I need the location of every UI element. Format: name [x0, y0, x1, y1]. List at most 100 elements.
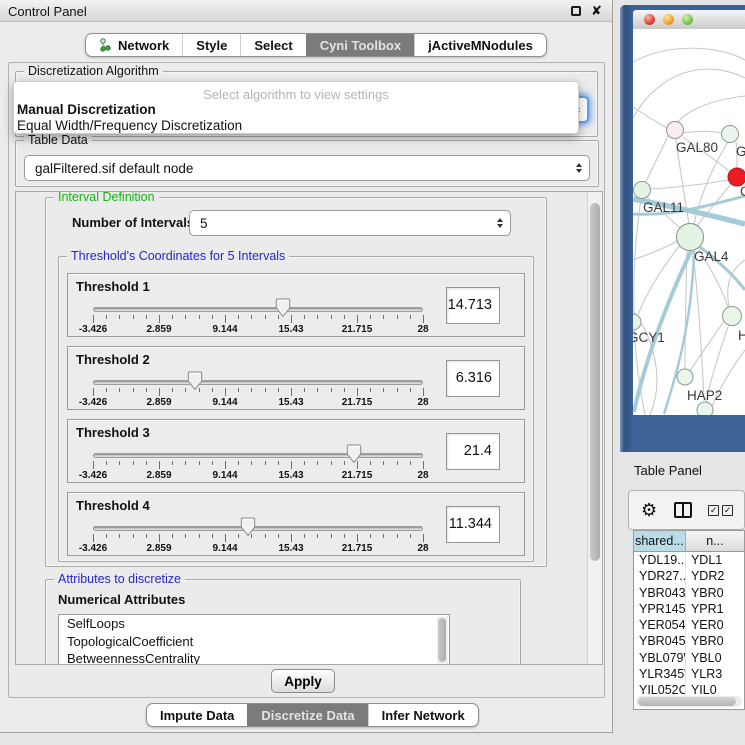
- table-row[interactable]: YDL19...YDL1: [634, 552, 744, 568]
- cell-name: YLR3: [686, 666, 744, 682]
- network-edge: [728, 260, 745, 307]
- combo-arrows-icon: [497, 218, 503, 228]
- network-node-label: GAL80: [676, 140, 718, 155]
- cell-shared-name: YBR043C: [634, 585, 686, 601]
- network-edge: [633, 107, 667, 128]
- slider-tick-labels: -3.4262.8599.14415.4321.71528: [93, 470, 423, 481]
- algorithm-option[interactable]: Manual Discretization: [14, 102, 578, 118]
- network-node[interactable]: [723, 307, 742, 326]
- table-row[interactable]: YDR27...YDR2: [634, 568, 744, 584]
- algorithm-options: Manual DiscretizationEqual Width/Frequen…: [14, 102, 578, 134]
- threshold-label: Threshold 3: [76, 425, 150, 440]
- network-edge: [633, 241, 678, 262]
- list-scrollbar[interactable]: [437, 616, 448, 665]
- threshold-value-field[interactable]: 14.713: [446, 287, 500, 324]
- columns-icon[interactable]: [674, 502, 692, 518]
- slider-track[interactable]: [93, 380, 423, 385]
- slider-tick-labels: -3.4262.8599.14415.4321.71528: [93, 397, 423, 408]
- horizontal-scrollbar[interactable]: [636, 696, 742, 707]
- close-icon[interactable]: ✘: [591, 3, 602, 19]
- table-row[interactable]: YLR345WYLR3: [634, 666, 744, 682]
- slider-ticks: [93, 315, 423, 324]
- column-header-shared[interactable]: shared...: [634, 531, 686, 551]
- table-row[interactable]: YBL079WYBL0: [634, 650, 744, 666]
- attribute-item[interactable]: BetweennessCentrality: [59, 650, 449, 665]
- slider-track[interactable]: [93, 526, 423, 531]
- numerical-attributes-list[interactable]: SelfLoopsTopologicalCoefficientBetweenne…: [58, 614, 450, 665]
- table-row[interactable]: YER054CYER0: [634, 617, 744, 633]
- vertical-scrollbar[interactable]: [587, 192, 602, 664]
- top-tab-strip: Network Style SelectCyni ToolboxjActiveMNo…: [85, 33, 547, 57]
- table-row[interactable]: YBR043CYBR0: [634, 585, 744, 601]
- checkbox-icon[interactable]: [708, 505, 719, 516]
- threshold-value-field[interactable]: 6.316: [446, 360, 500, 397]
- network-edge: [633, 48, 745, 62]
- slider-ticks: [93, 388, 423, 397]
- network-node-label: GA: [736, 144, 745, 159]
- threshold-value-field[interactable]: 21.4: [446, 433, 500, 470]
- table-data-value: galFiltered.sif default node: [35, 161, 193, 176]
- cell-name: YBR0: [686, 585, 744, 601]
- gear-icon[interactable]: ⚙: [641, 501, 657, 519]
- network-node[interactable]: [667, 122, 684, 139]
- zoom-traffic-light-icon[interactable]: [682, 14, 693, 25]
- column-header-name[interactable]: n...: [686, 531, 744, 551]
- close-traffic-light-icon[interactable]: [644, 14, 655, 25]
- tab-select[interactable]: Select: [240, 34, 305, 56]
- algorithm-prompt: Select algorithm to view settings: [14, 82, 578, 102]
- table-toolbar: ⚙: [628, 490, 745, 530]
- cell-name: YBR0: [686, 633, 744, 649]
- tab-infer-network[interactable]: Infer Network: [368, 704, 478, 726]
- slider-tick-labels: -3.4262.8599.14415.4321.71528: [93, 324, 423, 335]
- network-edge: [646, 136, 668, 182]
- network-node-label: H: [738, 328, 745, 343]
- interval-definition-title: Interval Definition: [54, 191, 159, 204]
- number-of-intervals-combobox[interactable]: 5: [189, 210, 511, 236]
- tab-impute-data[interactable]: Impute Data: [147, 704, 247, 726]
- scrollbar-thumb[interactable]: [638, 697, 736, 706]
- combo-arrows-icon: [576, 163, 582, 173]
- number-of-intervals-label: Number of Intervals: [72, 215, 194, 230]
- cell-shared-name: YPR145W: [634, 601, 686, 617]
- float-window-icon[interactable]: [571, 6, 581, 16]
- attribute-item[interactable]: SelfLoops: [59, 615, 449, 633]
- tab-style[interactable]: Style: [182, 34, 240, 56]
- cyni-toolbox-panel: Discretization Algorithm Table Data galF…: [8, 62, 605, 698]
- tab-discretize-data[interactable]: Discretize Data: [247, 704, 367, 726]
- network-edge: [633, 69, 745, 118]
- threshold-panel: Threshold 1-3.4262.8599.14415.4321.71528…: [67, 273, 525, 337]
- table-data-combobox[interactable]: galFiltered.sif default node: [24, 155, 590, 181]
- network-node[interactable]: [633, 314, 641, 330]
- table-row[interactable]: YBR045CYBR0: [634, 633, 744, 649]
- tab-label: Style: [196, 38, 227, 53]
- tab-cyni-toolbox[interactable]: Cyni Toolbox: [306, 34, 414, 56]
- minimize-traffic-light-icon[interactable]: [663, 14, 674, 25]
- network-node[interactable]: [722, 126, 739, 143]
- thresholds-group-title: Threshold's Coordinates for 5 Intervals: [67, 249, 289, 263]
- checkbox-icon[interactable]: [722, 505, 733, 516]
- cell-name: YER0: [686, 617, 744, 633]
- network-node[interactable]: [697, 402, 713, 415]
- cell-name: YPR1: [686, 601, 744, 617]
- threshold-value-field[interactable]: 11.344: [446, 506, 500, 543]
- slider-track[interactable]: [93, 453, 423, 458]
- network-node[interactable]: [677, 369, 693, 385]
- algorithm-option[interactable]: Equal Width/Frequency Discretization: [14, 118, 578, 134]
- network-node[interactable]: [634, 182, 651, 199]
- tab-label: Discretize Data: [261, 708, 354, 723]
- network-edge: [682, 132, 722, 134]
- tab-network[interactable]: Network: [86, 34, 182, 56]
- table-body: YDL19...YDL1YDR27...YDR2YBR043CYBR0YPR14…: [634, 552, 744, 699]
- network-node[interactable]: [677, 224, 704, 251]
- attribute-item[interactable]: TopologicalCoefficient: [59, 633, 449, 651]
- interval-definition-group: Interval Definition Number of Intervals …: [45, 197, 547, 567]
- apply-button[interactable]: Apply: [271, 669, 335, 693]
- tab-jactivemnodules[interactable]: jActiveMNodules: [414, 34, 546, 56]
- threshold-label: Threshold 2: [76, 352, 150, 367]
- control-panel-titlebar: Control Panel ✘: [0, 0, 612, 22]
- scrollbar-thumb[interactable]: [590, 203, 600, 561]
- network-canvas[interactable]: GAL80GACGAL11GAL4GCY1HHAP2: [633, 29, 745, 415]
- table-row[interactable]: YPR145WYPR1: [634, 601, 744, 617]
- network-node-label: GCY1: [633, 330, 665, 345]
- slider-track[interactable]: [93, 307, 423, 312]
